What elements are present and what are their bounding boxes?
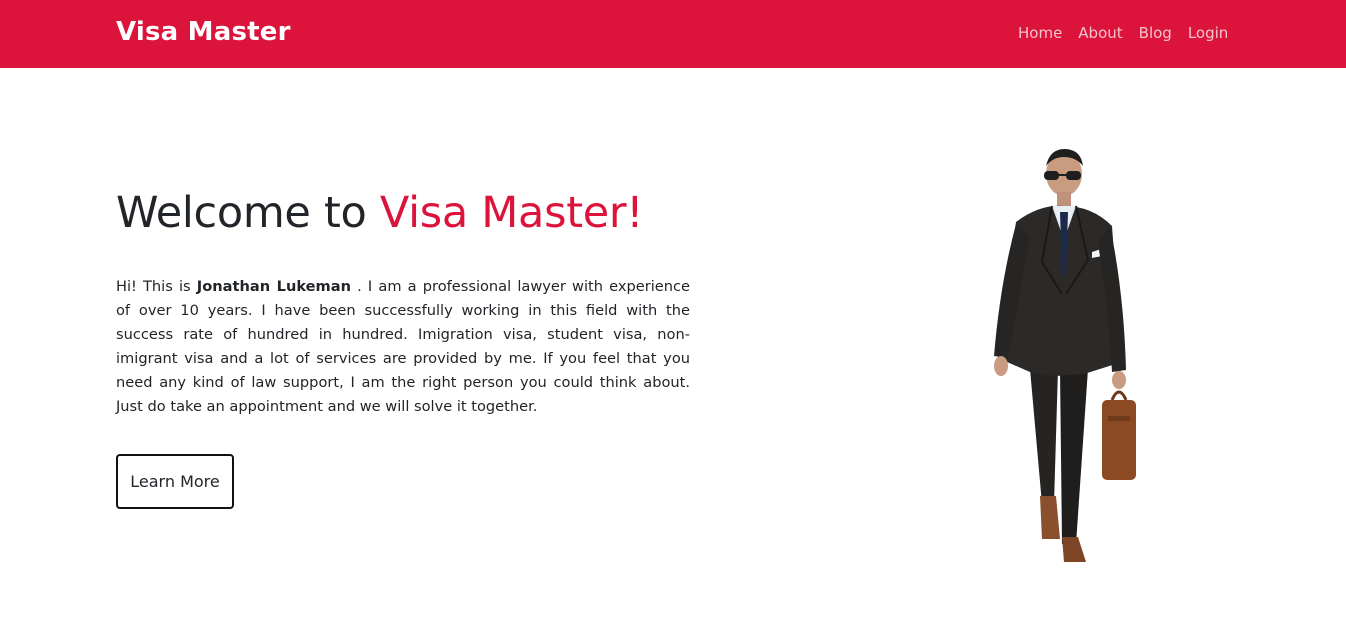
nav-link-home[interactable]: Home [1018,24,1062,42]
bio-prefix: Hi! This is [116,278,197,295]
nav-link-blog[interactable]: Blog [1139,24,1172,42]
bio-name: Jonathan Lukeman [196,278,352,295]
brand-logo[interactable]: Visa Master [116,17,291,47]
nav-link-about[interactable]: About [1078,24,1122,42]
learn-more-button[interactable]: Learn More [116,454,234,509]
bio-suffix: . I am a professional lawyer with experi… [116,278,690,415]
navbar: Visa Master Home About Blog Login [0,0,1346,68]
hero-title-accent: Visa Master! [379,188,644,238]
nav-link-login[interactable]: Login [1188,24,1228,42]
nav-links: Home About Blog Login [1018,24,1228,42]
hero-bio: Hi! This is Jonathan Lukeman . I am a pr… [116,275,690,419]
businessman-image [994,148,1136,562]
hero-title-prefix: Welcome to [116,188,380,238]
hero-title: Welcome to Visa Master! [116,188,644,238]
